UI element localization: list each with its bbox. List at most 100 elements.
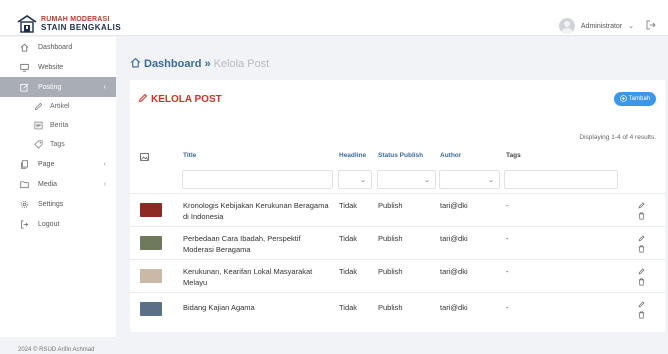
column-header-tags: Tags xyxy=(506,152,521,159)
column-header-author[interactable]: Author xyxy=(440,152,461,159)
sidebar-subitem-label: Tags xyxy=(50,141,65,148)
row-actions xyxy=(638,235,645,255)
post-title[interactable]: Kronologis Kebijakan Kerukunan Beragama … xyxy=(183,200,333,222)
footer-copyright: 2024 © RSUD Arifin Achmad xyxy=(18,347,95,353)
add-post-button[interactable]: Tambah xyxy=(613,92,656,106)
trash-icon[interactable] xyxy=(638,212,645,222)
tag-icon xyxy=(34,140,46,149)
home-icon xyxy=(20,43,32,52)
page-title: KELOLA POST xyxy=(138,93,222,106)
edit-icon[interactable] xyxy=(638,301,645,310)
sidebar-subitem-label: Berita xyxy=(50,122,69,129)
breadcrumb-separator: » xyxy=(204,58,211,70)
column-header-title[interactable]: Title xyxy=(183,152,196,159)
row-actions xyxy=(638,301,645,321)
edit-icon[interactable] xyxy=(638,202,645,211)
post-status: Publish xyxy=(378,234,403,243)
post-status: Publish xyxy=(378,267,403,276)
trash-icon[interactable] xyxy=(638,278,645,288)
table-row: Kronologis Kebijakan Kerukunan Beragama … xyxy=(130,193,665,226)
breadcrumb-home[interactable]: Dashboard xyxy=(144,58,201,70)
trash-icon[interactable] xyxy=(638,245,645,255)
logo-line2: STAIN BENGKALIS xyxy=(41,23,122,32)
author-filter-select[interactable]: ⌄ xyxy=(439,170,500,189)
sidebar-item-media[interactable]: Media ‹ xyxy=(0,174,116,194)
status-filter-select[interactable]: ⌄ xyxy=(377,170,436,189)
chevron-down-icon: ⌄ xyxy=(628,23,634,30)
sidebar-item-label: Page xyxy=(38,160,55,168)
edit-icon xyxy=(20,83,32,92)
post-author: tari@dki xyxy=(440,267,468,276)
sidebar-subitem-tags[interactable]: Tags xyxy=(0,135,116,154)
post-panel: KELOLA POST Tambah Displaying 1-4 of 4 r… xyxy=(130,80,665,332)
sidebar-subitem-berita[interactable]: Berita xyxy=(0,116,116,135)
sidebar-item-label: Settings xyxy=(38,200,64,208)
title-filter-input[interactable] xyxy=(182,170,333,189)
row-actions xyxy=(638,268,645,288)
headline-filter-select[interactable]: ⌄ xyxy=(338,170,372,189)
user-menu[interactable]: Administrator ⌄ xyxy=(558,18,656,34)
top-bar: RUMAH MODERASI STAIN BENGKALIS Administr… xyxy=(0,0,668,36)
post-headline: Tidak xyxy=(339,303,358,312)
post-title[interactable]: Bidang Kajian Agama xyxy=(183,302,333,313)
sidebar-item-label: Website xyxy=(38,63,64,71)
tags-filter-input[interactable] xyxy=(504,170,618,189)
logout-icon xyxy=(20,220,32,229)
sidebar-item-logout[interactable]: Logout xyxy=(0,214,116,234)
folder-icon xyxy=(20,180,32,189)
post-title[interactable]: Kerukunan, Kearifan Lokal Masyarakat Mel… xyxy=(183,266,333,288)
post-status: Publish xyxy=(378,201,403,210)
table-row: Perbedaan Cara Ibadah, Perspektif Modera… xyxy=(130,226,665,259)
plus-circle-icon xyxy=(619,94,627,104)
page-title-text: KELOLA POST xyxy=(151,94,222,105)
trash-icon[interactable] xyxy=(638,311,645,321)
avatar xyxy=(558,18,575,34)
sidebar-item-label: Media xyxy=(38,180,58,188)
sidebar-item-label: Logout xyxy=(38,220,60,228)
logo-mark-icon xyxy=(17,14,37,34)
post-tags: - xyxy=(506,201,509,210)
sidebar-item-settings[interactable]: Settings xyxy=(0,194,116,214)
edit-icon[interactable] xyxy=(638,235,645,244)
image-column-icon xyxy=(140,153,149,163)
post-tags: - xyxy=(506,267,509,276)
chevron-left-icon: ‹ xyxy=(103,160,106,168)
chevron-left-icon: ‹ xyxy=(103,180,106,188)
table-row: Bidang Kajian Agama Tidak Publish tari@d… xyxy=(130,292,665,325)
breadcrumb: Dashboard » Kelola Post xyxy=(130,57,269,71)
monitor-icon xyxy=(20,63,32,72)
post-author: tari@dki xyxy=(440,303,468,312)
chevron-down-icon: ⌄ xyxy=(360,177,366,184)
news-icon xyxy=(34,121,46,130)
post-author: tari@dki xyxy=(440,201,468,210)
post-thumbnail xyxy=(140,236,162,250)
post-thumbnail xyxy=(140,302,162,316)
post-status: Publish xyxy=(378,303,403,312)
breadcrumb-current: Kelola Post xyxy=(213,58,270,70)
gear-icon xyxy=(20,200,32,209)
sidebar-item-page[interactable]: Page ‹ xyxy=(0,154,116,174)
results-summary: Displaying 1-4 of 4 results. xyxy=(579,134,656,141)
column-header-status[interactable]: Status Publish xyxy=(378,152,423,159)
post-headline: Tidak xyxy=(339,234,358,243)
post-thumbnail xyxy=(140,203,162,217)
post-title[interactable]: Perbedaan Cara Ibadah, Perspektif Modera… xyxy=(183,233,333,255)
sidebar-subitem-artikel[interactable]: Artikel xyxy=(0,97,116,116)
user-name: Administrator xyxy=(580,22,623,30)
sidebar-item-website[interactable]: Website xyxy=(0,57,116,77)
sidebar: Dashboard Website Posting ‹ Artikel Beri… xyxy=(0,37,116,337)
row-actions xyxy=(638,202,645,222)
sidebar-item-label: Posting xyxy=(38,83,62,91)
column-header-headline[interactable]: Headline xyxy=(339,152,366,159)
sidebar-item-dashboard[interactable]: Dashboard xyxy=(0,37,116,57)
post-tags: - xyxy=(506,303,509,312)
logo[interactable]: RUMAH MODERASI STAIN BENGKALIS xyxy=(17,14,121,34)
add-post-label: Tambah xyxy=(628,96,650,102)
table-row: Kerukunan, Kearifan Lokal Masyarakat Mel… xyxy=(130,259,665,292)
signout-icon[interactable] xyxy=(646,20,656,32)
post-tags: - xyxy=(506,234,509,243)
sidebar-item-posting[interactable]: Posting ‹ xyxy=(0,77,116,97)
post-headline: Tidak xyxy=(339,267,358,276)
chevron-down-icon: ⌄ xyxy=(424,177,430,184)
edit-icon[interactable] xyxy=(638,268,645,277)
